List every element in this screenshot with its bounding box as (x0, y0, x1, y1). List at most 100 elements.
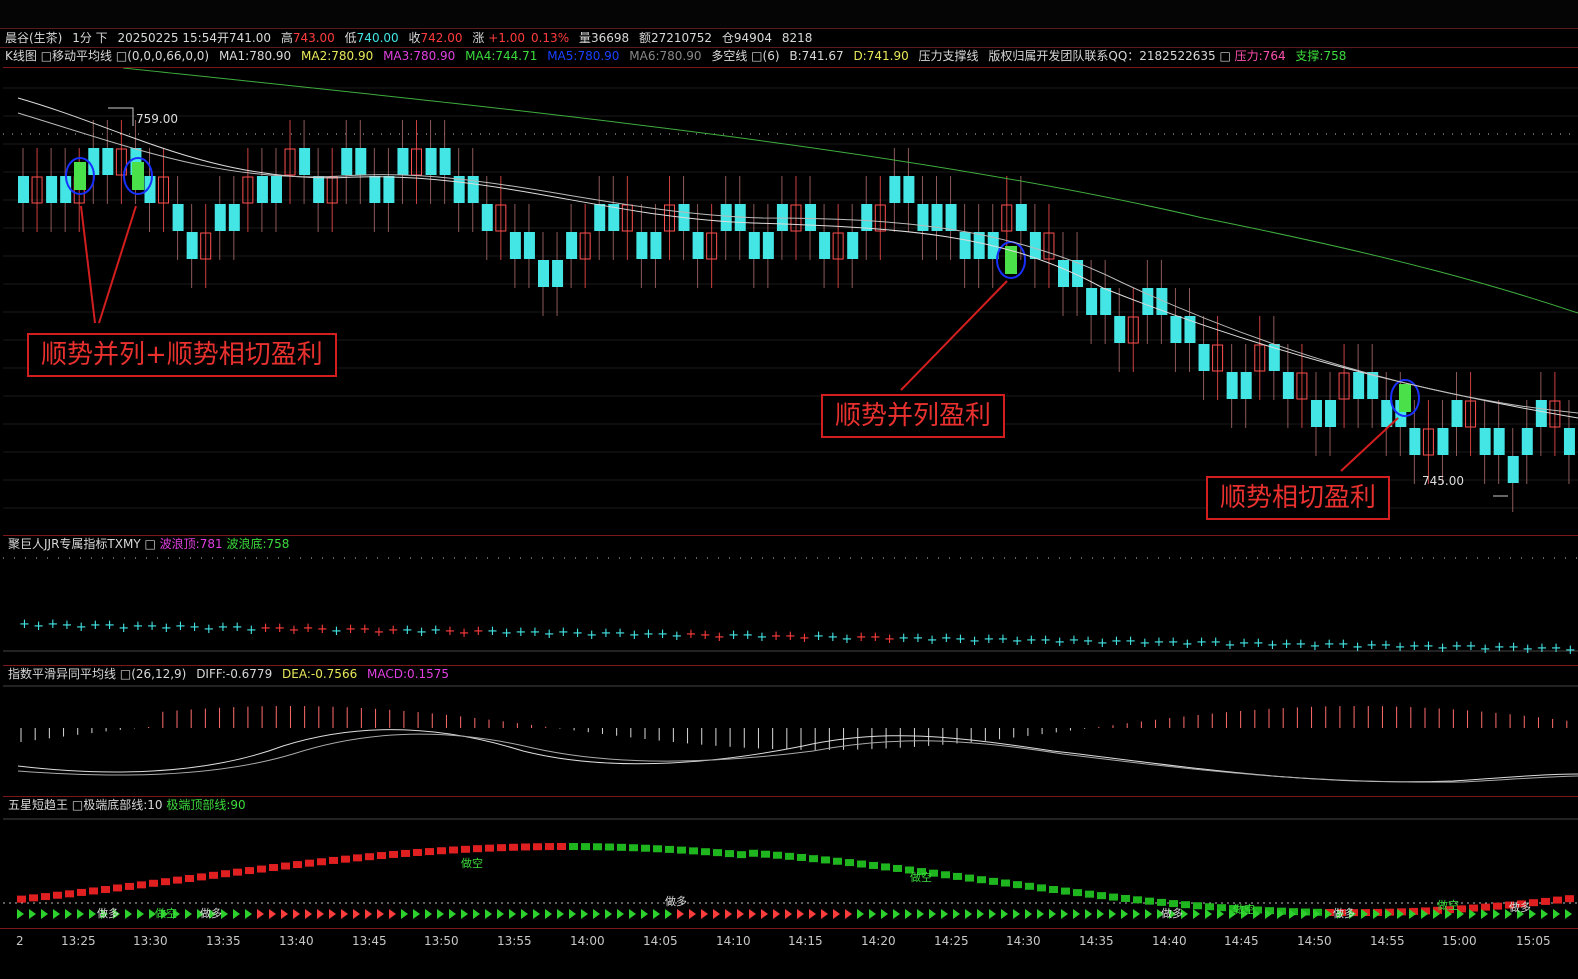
trend-block (425, 848, 434, 856)
wave-dot: + (586, 628, 597, 643)
trend-block (329, 856, 338, 864)
trend-arrow-marker (785, 909, 792, 919)
trend-arrow-marker (1025, 909, 1032, 919)
trend-arrow-marker (341, 909, 348, 919)
wave-dot: + (1040, 633, 1051, 648)
trend-arrow-marker (125, 909, 132, 919)
trend-arrow-marker (53, 909, 60, 919)
trend-block (545, 843, 554, 851)
wave-dot: + (402, 623, 413, 638)
bull-bear-name[interactable]: 多空线 (711, 49, 747, 63)
trend-arrow-marker (185, 909, 192, 919)
trend-indicator-name[interactable]: 五星短趋王 (8, 798, 68, 812)
wave-dot: + (19, 617, 30, 632)
ma2-value: MA2:780.90 (301, 49, 374, 63)
ma-toggle-icon[interactable]: □ (41, 49, 52, 63)
trend-arrow-marker (1013, 909, 1020, 919)
trend-arrow-marker (461, 909, 468, 919)
trend-block (941, 871, 950, 879)
kline-chart (3, 68, 1578, 512)
trend-arrow-marker (1109, 909, 1116, 919)
trend-arrow-marker (1001, 909, 1008, 919)
wave-dot: + (1054, 635, 1065, 650)
diff-line (17, 729, 1578, 783)
trend-block (401, 849, 410, 857)
down-candle (566, 232, 578, 259)
trend-arrow-marker (737, 909, 744, 919)
trend-arrow-marker (485, 909, 492, 919)
trend-arrow-marker (917, 909, 924, 919)
wave-dot: + (912, 631, 923, 646)
down-candle (903, 176, 915, 203)
trend-arrow-marker (641, 909, 648, 919)
wave-dot: + (416, 625, 427, 640)
time-tick-label: 14:55 (1370, 934, 1405, 948)
trend-arrow-marker (1073, 909, 1080, 919)
trend-arrow-marker (1085, 909, 1092, 919)
trend-block (629, 844, 638, 852)
trend-king-pane[interactable]: 五星短趋王 □极端底部线:10 极端顶部线:90 做多 做空 做多 做空 做多 做空 做多做… (3, 796, 1578, 929)
trend-arrow-marker (1121, 909, 1128, 919)
time-tick-label: 13:30 (133, 934, 168, 948)
wave-dot: + (742, 628, 753, 643)
trend-block (953, 872, 962, 880)
time-tick-label: 14:30 (1006, 934, 1041, 948)
bull-bear-toggle-icon[interactable]: □ (751, 49, 762, 63)
trend-block (869, 861, 878, 869)
trend-arrow-marker (281, 909, 288, 919)
wave-dot: + (1466, 639, 1477, 654)
trend-block (341, 855, 350, 863)
wave-dot: + (856, 630, 867, 645)
high-marker-bracket (108, 107, 134, 126)
trend-arrow-marker (1061, 909, 1068, 919)
macd-pane[interactable]: 指数平滑异同平均线 □(26,12,9) DIFF:-0.6779 DEA:-0… (3, 665, 1578, 797)
trend-arrow-marker (677, 909, 684, 919)
support-toggle-icon[interactable]: □ (1219, 49, 1230, 63)
wave-dot: + (1395, 640, 1406, 655)
down-candle (1114, 316, 1126, 343)
trend-block (1001, 879, 1010, 887)
trend-arrow-marker (521, 909, 528, 919)
wave-dot: + (1239, 636, 1250, 651)
trend-arrow-marker (1049, 909, 1056, 919)
volume-value: 36698 (590, 31, 630, 45)
trend-arrow-marker (761, 909, 768, 919)
symbol-name[interactable]: 晨谷(生茶) (5, 31, 62, 45)
wave-indicator-name[interactable]: 聚巨人JJR专属指标TXMY (8, 537, 141, 551)
kline-legend: K线图 □移动平均线 □(0,0,0,66,0,0) MA1:780.90 MA… (0, 48, 1578, 65)
wave-dot: + (388, 623, 399, 638)
down-candle (847, 232, 859, 259)
trend-block (1553, 896, 1562, 904)
ma-indicator-name[interactable]: 移动平均线 (52, 49, 112, 63)
down-candle (805, 204, 817, 231)
macd-toggle-icon[interactable]: □ (120, 667, 131, 681)
time-tick-label: 13:50 (424, 934, 459, 948)
wave-toggle-icon[interactable]: □ (144, 537, 155, 551)
trend-toggle-icon[interactable]: □ (72, 798, 83, 812)
wave-dot: + (175, 619, 186, 634)
down-candle (692, 232, 704, 259)
trend-arrow-marker (1565, 909, 1572, 919)
ma-toggle-icon-2[interactable]: □ (116, 49, 127, 63)
trend-block (209, 871, 218, 879)
trend-block (101, 885, 110, 893)
kline-title[interactable]: K线图 (5, 49, 37, 63)
wave-dot: + (62, 618, 73, 633)
period[interactable]: 1分 下 (72, 31, 107, 45)
trend-signal-label: 做多 (1333, 907, 1355, 920)
kline-pane[interactable]: 759.00 745.00 顺势并列+顺势相切盈利 顺势并列盈利 顺势相切盈利 (3, 67, 1578, 536)
trend-arrow-marker (389, 909, 396, 919)
support-line-name[interactable]: 压力支撑线 (919, 49, 979, 63)
trend-arrow-marker (797, 909, 804, 919)
wave-dot: + (1083, 634, 1094, 649)
down-candle (861, 204, 873, 231)
wave-dot: + (303, 621, 314, 636)
wave-indicator-pane[interactable]: + + + + + + + + + + + + + + + + + + + + + + + + + + + + + + + + + + + + + + + +… (3, 535, 1578, 666)
trend-signal-label: 做多 (200, 907, 222, 920)
trend-arrow-marker (869, 909, 876, 919)
wave-dot: + (1125, 634, 1136, 649)
down-candle (776, 204, 788, 231)
macd-indicator-name[interactable]: 指数平滑异同平均线 (8, 667, 116, 681)
trend-block (221, 870, 230, 878)
position-value: 94904 (733, 31, 773, 45)
